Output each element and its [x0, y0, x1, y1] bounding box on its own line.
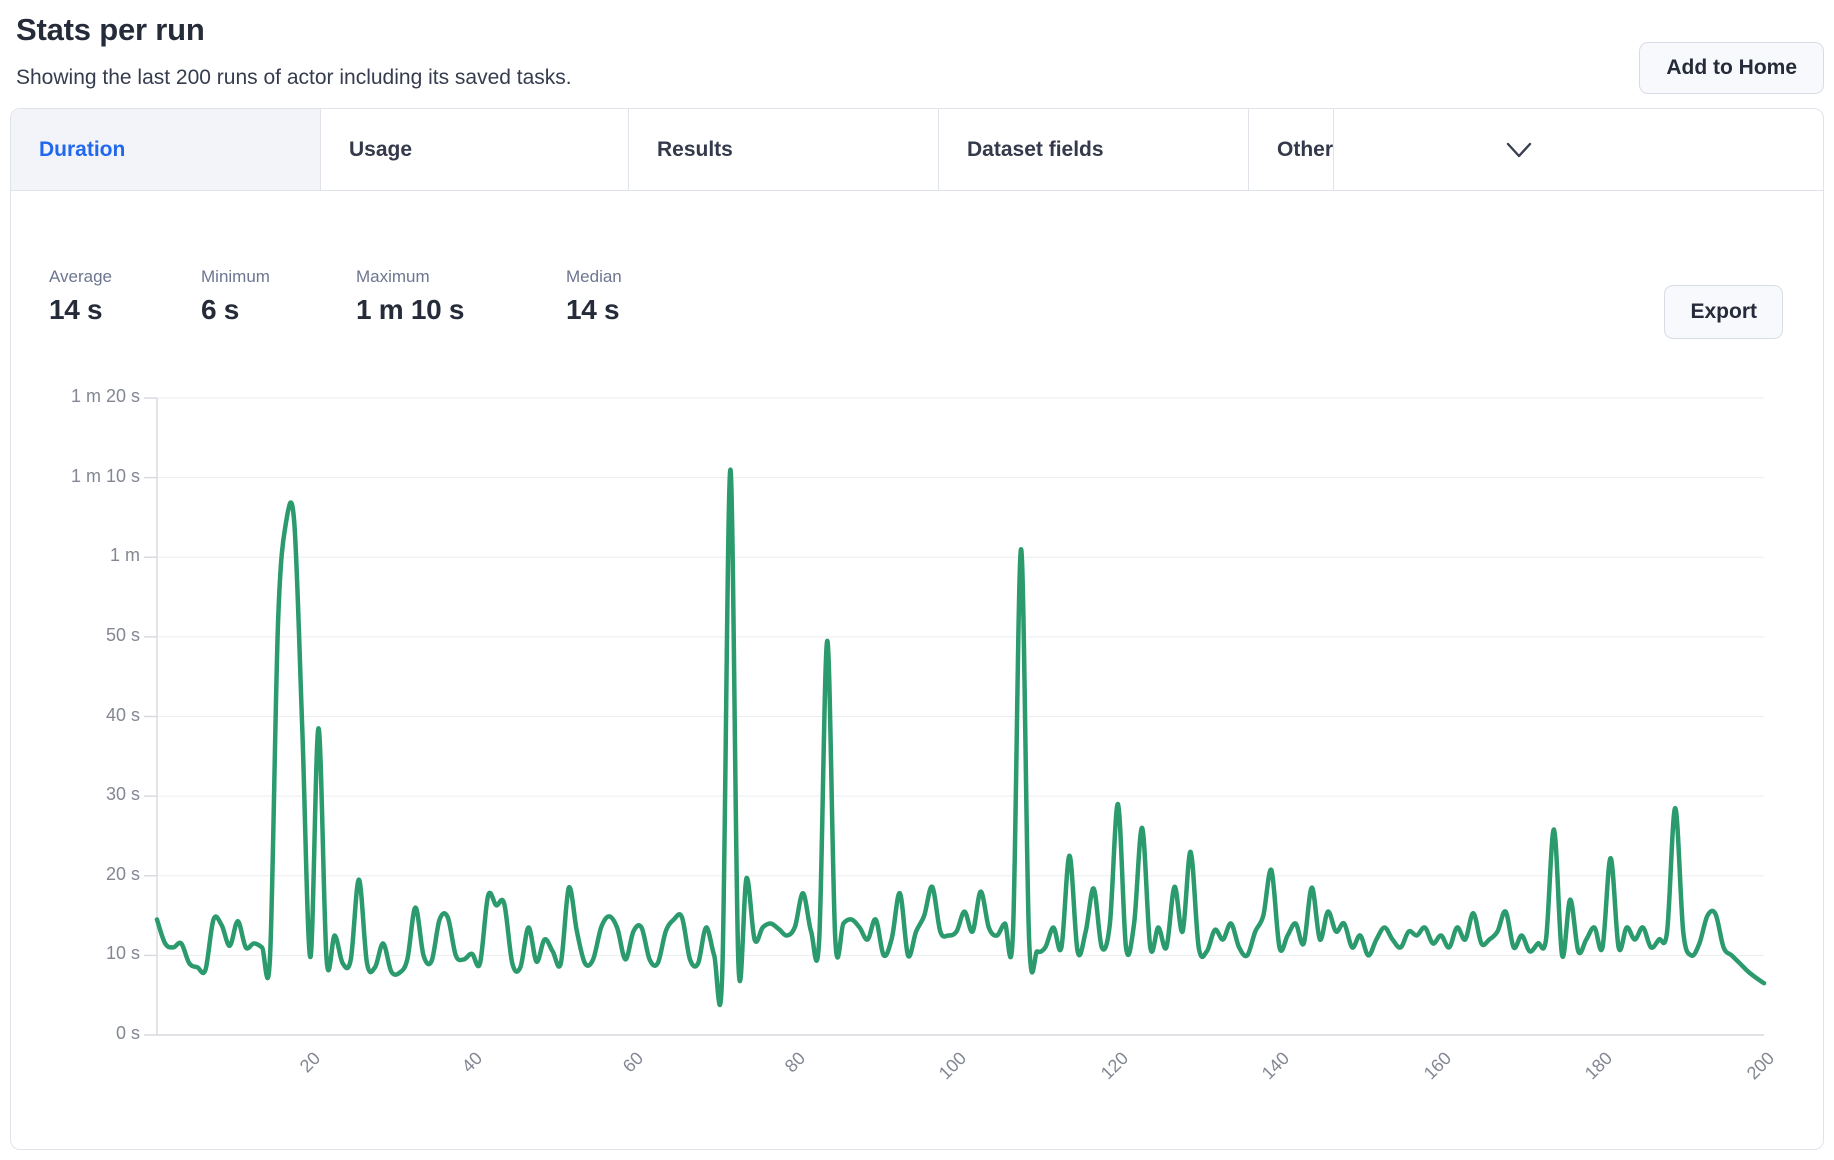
stats-card: Duration Usage Results Dataset fields Ot…	[10, 108, 1824, 1150]
add-to-home-button[interactable]: Add to Home	[1639, 42, 1824, 94]
tab-usage-label: Usage	[349, 138, 412, 162]
tab-dataset-fields-label: Dataset fields	[967, 138, 1104, 162]
stat-minimum-value: 6 s	[201, 294, 270, 326]
stat-average-label: Average	[49, 267, 112, 287]
tab-usage[interactable]: Usage	[321, 109, 629, 190]
chevron-down-icon[interactable]	[1506, 141, 1532, 159]
export-button[interactable]: Export	[1664, 285, 1783, 339]
stat-average-value: 14 s	[49, 294, 112, 326]
tab-other[interactable]: Other	[1249, 109, 1334, 190]
stats-per-run-page: Stats per run Showing the last 200 runs …	[0, 0, 1834, 1160]
stat-maximum-value: 1 m 10 s	[356, 294, 464, 326]
tab-duration[interactable]: Duration	[11, 109, 321, 190]
page-title: Stats per run	[16, 12, 205, 48]
tab-other-label: Other	[1277, 138, 1333, 162]
stat-minimum-label: Minimum	[201, 267, 270, 287]
tab-bar: Duration Usage Results Dataset fields Ot…	[11, 109, 1823, 191]
stat-maximum: Maximum 1 m 10 s	[356, 267, 464, 326]
stat-median-label: Median	[566, 267, 622, 287]
stat-median: Median 14 s	[566, 267, 622, 326]
tab-duration-label: Duration	[39, 138, 125, 162]
tab-results[interactable]: Results	[629, 109, 939, 190]
tab-results-label: Results	[657, 138, 733, 162]
stat-minimum: Minimum 6 s	[201, 267, 270, 326]
page-subtitle: Showing the last 200 runs of actor inclu…	[16, 66, 572, 90]
tab-dataset-fields[interactable]: Dataset fields	[939, 109, 1249, 190]
stat-median-value: 14 s	[566, 294, 622, 326]
stat-average: Average 14 s	[49, 267, 112, 326]
stat-maximum-label: Maximum	[356, 267, 464, 287]
